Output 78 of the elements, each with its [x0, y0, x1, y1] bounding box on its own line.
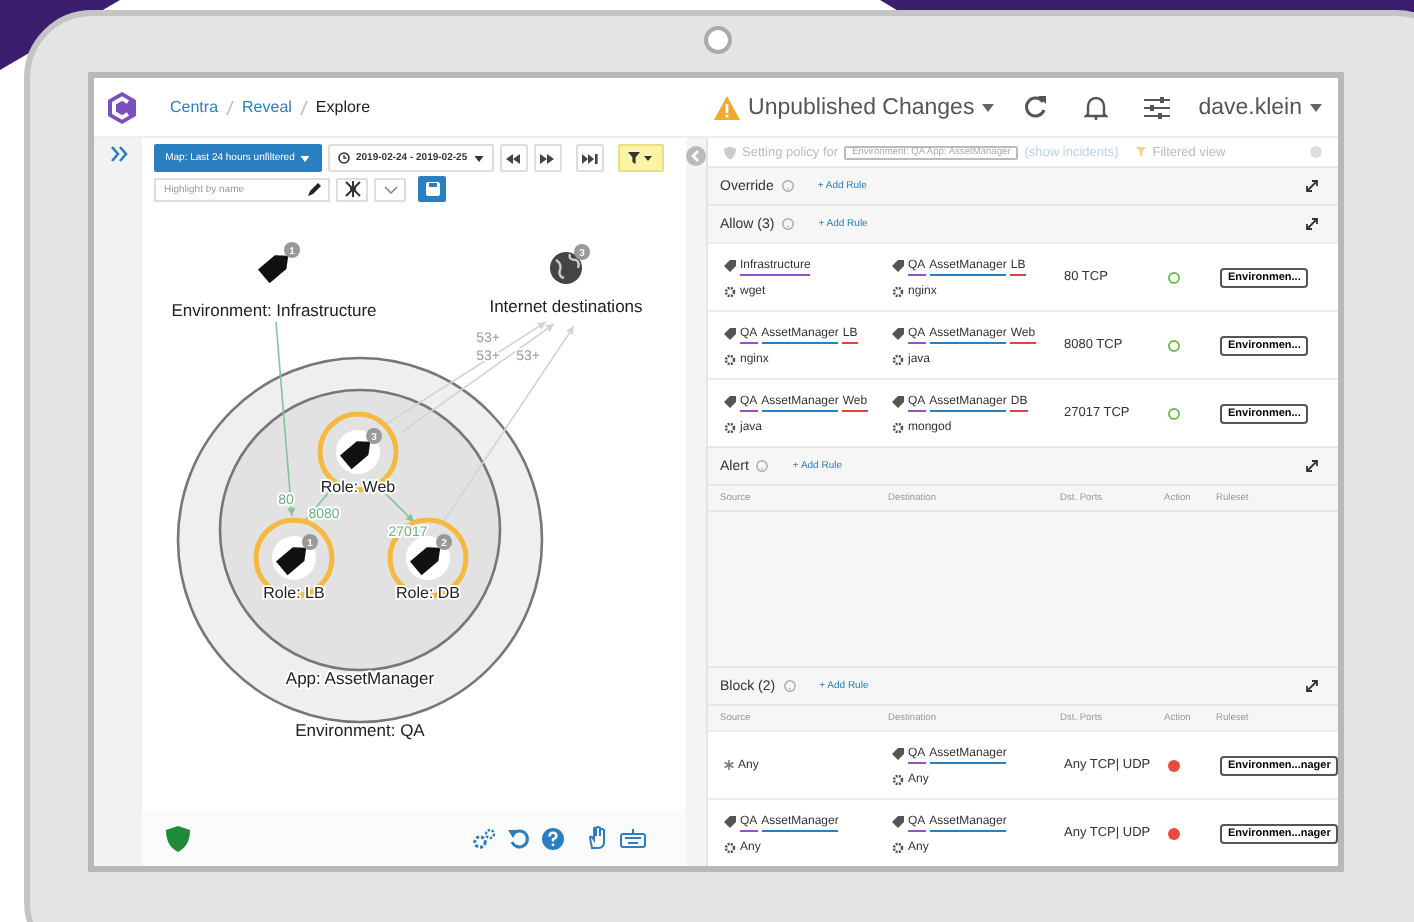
- expand-icon[interactable]: [1306, 180, 1318, 192]
- rewind-button[interactable]: [499, 144, 528, 172]
- expand-sidebar-icon[interactable]: [109, 146, 127, 162]
- info-icon: [1310, 146, 1322, 158]
- user-menu[interactable]: dave.klein: [1198, 95, 1322, 119]
- breadcrumb-link[interactable]: Reveal: [242, 98, 292, 116]
- tag-icon: [724, 396, 736, 408]
- gear-icon: [892, 353, 904, 365]
- filter-icon: [627, 152, 654, 164]
- help-icon: [781, 180, 794, 192]
- shield-icon[interactable]: [166, 825, 190, 851]
- help-icon: [756, 460, 769, 472]
- network-icon: [343, 180, 361, 198]
- tag-icon[interactable]: [275, 547, 307, 576]
- tag-icon: [892, 816, 904, 828]
- globe-icon[interactable]: [550, 252, 582, 284]
- caret-icon: [1310, 103, 1322, 111]
- help-icon[interactable]: [542, 827, 564, 849]
- hand-icon[interactable]: [588, 826, 608, 850]
- gear-icon: [724, 841, 736, 853]
- group-label: Environment: QA: [295, 720, 425, 740]
- gear-icon: [892, 421, 904, 433]
- refresh-icon[interactable]: [1022, 94, 1049, 120]
- tag-icon[interactable]: [257, 255, 289, 284]
- gear-icon: [892, 841, 904, 853]
- gear-icon: [724, 285, 736, 297]
- clock-icon: [338, 152, 350, 164]
- gear-icon: [724, 353, 736, 365]
- bell-icon[interactable]: [1084, 94, 1109, 120]
- layout-button[interactable]: [336, 177, 368, 201]
- help-icon: [783, 680, 796, 692]
- filter-icon: [1136, 146, 1147, 158]
- node-label: Internet destinations: [489, 296, 643, 316]
- tag-icon: [724, 260, 736, 272]
- tag-icon: [892, 748, 904, 760]
- group-label: App: AssetManager: [285, 668, 435, 688]
- breadcrumb-link[interactable]: Centra: [170, 98, 219, 116]
- tag-icon: [892, 260, 904, 272]
- node-label: Environment: Infrastructure: [171, 300, 377, 320]
- expand-icon[interactable]: [1306, 218, 1318, 230]
- chevron-down-icon: [383, 185, 397, 193]
- gear-icon: [892, 773, 904, 785]
- breadcrumb-link[interactable]: Explore: [315, 98, 371, 116]
- gears-icon[interactable]: [472, 827, 496, 849]
- tag-icon[interactable]: [339, 441, 371, 470]
- camera-icon: [704, 26, 732, 54]
- tag-icon: [892, 396, 904, 408]
- forward-button[interactable]: [533, 144, 562, 172]
- breadcrumb-separator: [226, 99, 235, 115]
- rewind-icon: [506, 153, 521, 163]
- unpublished-changes-menu[interactable]: Unpublished Changes: [714, 95, 995, 119]
- warning-icon: [714, 95, 741, 119]
- shield-icon: [724, 145, 736, 159]
- tag-icon: [724, 816, 736, 828]
- tag-icon: [724, 328, 736, 340]
- help-icon: [782, 218, 795, 230]
- gear-icon: [892, 285, 904, 297]
- save-icon: [425, 182, 439, 196]
- sliders-icon[interactable]: [1144, 95, 1171, 119]
- undo-icon[interactable]: [508, 827, 530, 849]
- keyboard-icon[interactable]: [620, 828, 646, 848]
- filter-button[interactable]: [617, 144, 664, 172]
- caret-icon: [473, 155, 484, 161]
- tag-icon: [892, 328, 904, 340]
- expand-icon[interactable]: [1306, 460, 1318, 472]
- caret-icon: [982, 103, 995, 111]
- logo-icon: [106, 91, 138, 123]
- asterisk-icon: [724, 760, 734, 770]
- breadcrumb-separator: [299, 99, 308, 115]
- skip-to-end-button[interactable]: [575, 144, 604, 172]
- gear-icon: [724, 421, 736, 433]
- pencil-icon: [308, 182, 322, 196]
- tag-icon[interactable]: [409, 547, 441, 576]
- skip-to-end-icon: [581, 153, 598, 163]
- save-button[interactable]: [418, 176, 446, 202]
- expand-icon[interactable]: [1306, 680, 1318, 692]
- fast-forward-icon: [540, 153, 555, 163]
- caret-icon: [300, 155, 311, 161]
